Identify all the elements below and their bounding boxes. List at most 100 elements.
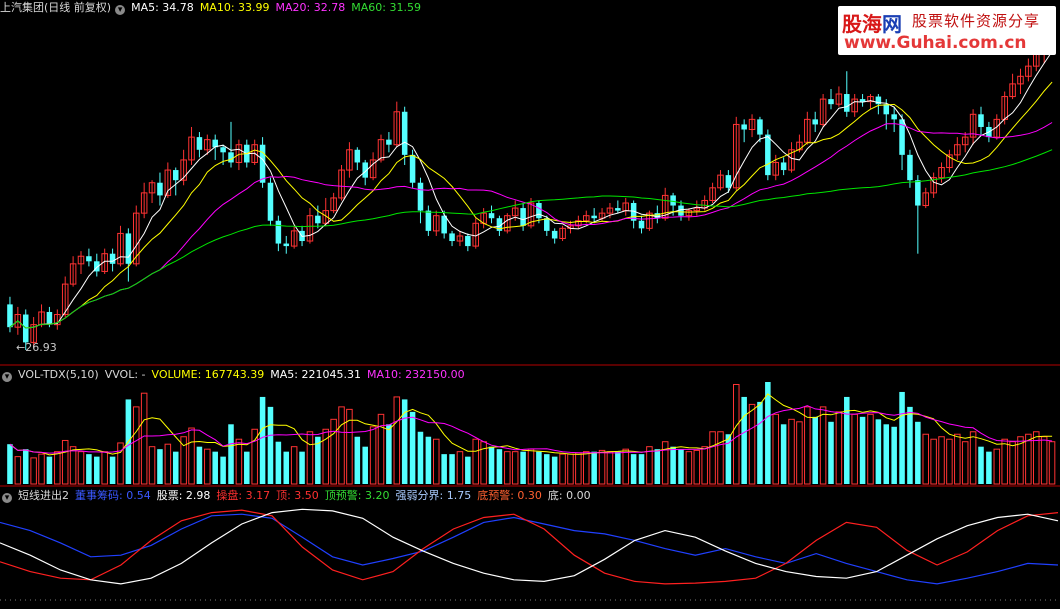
volume-bar-up xyxy=(133,406,140,485)
candle-body-down xyxy=(765,134,771,176)
volume-bar-down xyxy=(488,446,495,484)
volume-bar-up xyxy=(796,421,803,485)
volume-bar-up xyxy=(140,392,148,485)
candle-body-down xyxy=(978,114,984,127)
volume-bar-down xyxy=(212,451,218,484)
ma5-line xyxy=(9,51,1053,329)
volume-bar-down xyxy=(7,444,13,484)
volume-bar-down xyxy=(551,456,558,484)
volume-bar-up xyxy=(969,431,977,485)
volume-bar-down xyxy=(299,451,305,484)
logo-slogan: 股票软件资源分享 xyxy=(912,12,1041,30)
volume-bar-up xyxy=(188,427,195,485)
candle-body-down xyxy=(315,215,321,224)
circle-dropdown-icon[interactable]: ▾ xyxy=(115,5,126,15)
volume-bar-down xyxy=(638,454,645,484)
stock-chart[interactable] xyxy=(0,0,1060,609)
price-panel[interactable] xyxy=(7,18,1056,350)
volume-bar-down xyxy=(654,449,661,484)
ma10-readout: MA10: 33.99 xyxy=(199,1,270,14)
candle-body-down xyxy=(465,235,471,247)
volume-bar-down xyxy=(196,446,203,484)
volume-bar-down xyxy=(46,456,53,484)
candle-body-down xyxy=(591,215,597,219)
volume-bar-down xyxy=(828,421,834,484)
volume-bar-up xyxy=(598,449,606,485)
volume-bar-up xyxy=(733,383,740,485)
candle-body-down xyxy=(109,253,116,264)
dingyujing-readout: 顶预警: 3.20 xyxy=(324,489,390,502)
volume-bar-up xyxy=(819,406,827,485)
vol-ma10-readout: MA10: 232150.00 xyxy=(366,368,465,381)
volume-bar-down xyxy=(109,456,116,484)
candle-body-down xyxy=(267,182,274,221)
volume-bar-down xyxy=(417,431,424,484)
volume-readout: VOLUME: 167743.39 xyxy=(151,368,265,381)
di-readout: 底: 0.00 xyxy=(547,489,591,502)
candle-body-down xyxy=(615,208,621,211)
indicator-panel[interactable] xyxy=(0,508,1060,601)
candle-body-down xyxy=(417,182,424,211)
circle-dropdown-icon[interactable]: ▾ xyxy=(2,372,12,382)
volume-bar-up xyxy=(30,457,37,485)
volume-bar-up xyxy=(235,438,243,485)
volume-bar-up xyxy=(701,446,708,485)
price-header: 上汽集团(日线 前复权) ▾ MA5: 34.78 MA10: 33.99 MA20: … xyxy=(0,0,427,16)
candle-body-down xyxy=(283,243,290,247)
volume-bar-up xyxy=(961,441,969,485)
volume-bar-up xyxy=(851,413,858,485)
ma5-readout: MA5: 34.78 xyxy=(131,1,194,14)
volume-bar-down xyxy=(267,406,274,484)
volume-bar-down xyxy=(86,454,92,484)
volume-bar-down xyxy=(172,451,179,484)
volume-bar-down xyxy=(741,396,747,484)
circle-dropdown-icon[interactable]: ▾ xyxy=(2,493,12,503)
ind-title[interactable]: 短线进出2 xyxy=(18,489,69,502)
volume-bar-up xyxy=(511,451,519,485)
diyujing-readout: 底预警: 0.30 xyxy=(477,489,542,502)
volume-bar-up xyxy=(148,446,156,485)
volume-bar-up xyxy=(377,413,385,485)
volume-bar-up xyxy=(922,433,930,485)
volume-bar-down xyxy=(630,454,637,484)
candle-body-down xyxy=(536,203,542,219)
volume-bar-up xyxy=(338,406,345,485)
vol-title[interactable]: VOL-TDX(5,10) xyxy=(18,368,99,381)
ding-readout: 顶: 3.50 xyxy=(276,489,319,502)
volume-bar-down xyxy=(907,406,913,484)
ma20-readout: MA20: 32.78 xyxy=(275,1,346,14)
candle-body-down xyxy=(915,180,921,206)
volume-bar-up xyxy=(1040,436,1048,485)
candle-body-down xyxy=(520,208,526,226)
caopan-readout: 操盘: 3.17 xyxy=(216,489,271,502)
candle-body-down xyxy=(907,154,913,181)
candle-body-down xyxy=(757,119,763,135)
candle-body-down xyxy=(638,220,645,229)
volume-bar-up xyxy=(38,453,45,485)
qiangruo-readout: 强弱分界: 1.75 xyxy=(395,489,472,502)
volume-bar-up xyxy=(393,396,401,485)
volume-bar-up xyxy=(1009,441,1016,485)
volume-bar-up xyxy=(606,451,614,485)
candle-body-down xyxy=(196,137,203,150)
volume-bar-up xyxy=(369,426,377,485)
candle-body-down xyxy=(780,162,787,171)
candle-body-down xyxy=(354,149,361,163)
candle-body-down xyxy=(449,233,455,242)
volume-bar-down xyxy=(591,451,597,484)
guhai-watermark-logo: 股海网 股票软件资源分享 www.Guhai.com.cn xyxy=(838,6,1056,55)
volume-bar-up xyxy=(930,438,937,485)
volume-header: ▾ VOL-TDX(5,10) VVOL: - VOLUME: 167743.39 MA… xyxy=(0,367,471,383)
price-title[interactable]: 上汽集团(日线 前复权) xyxy=(0,1,111,14)
volume-bar-up xyxy=(14,456,22,485)
volume-bar-down xyxy=(536,451,542,484)
volume-bar-up xyxy=(954,433,961,485)
candle-body-down xyxy=(386,139,392,145)
volume-bar-up xyxy=(1048,441,1056,485)
vol-ma5-readout: MA5: 221045.31 xyxy=(270,368,361,381)
candle-body-down xyxy=(488,213,495,219)
volume-panel[interactable] xyxy=(7,382,1056,485)
volume-bar-up xyxy=(77,451,85,485)
gupiao-readout: 股票: 2.98 xyxy=(156,489,211,502)
volume-bar-down xyxy=(441,454,447,484)
